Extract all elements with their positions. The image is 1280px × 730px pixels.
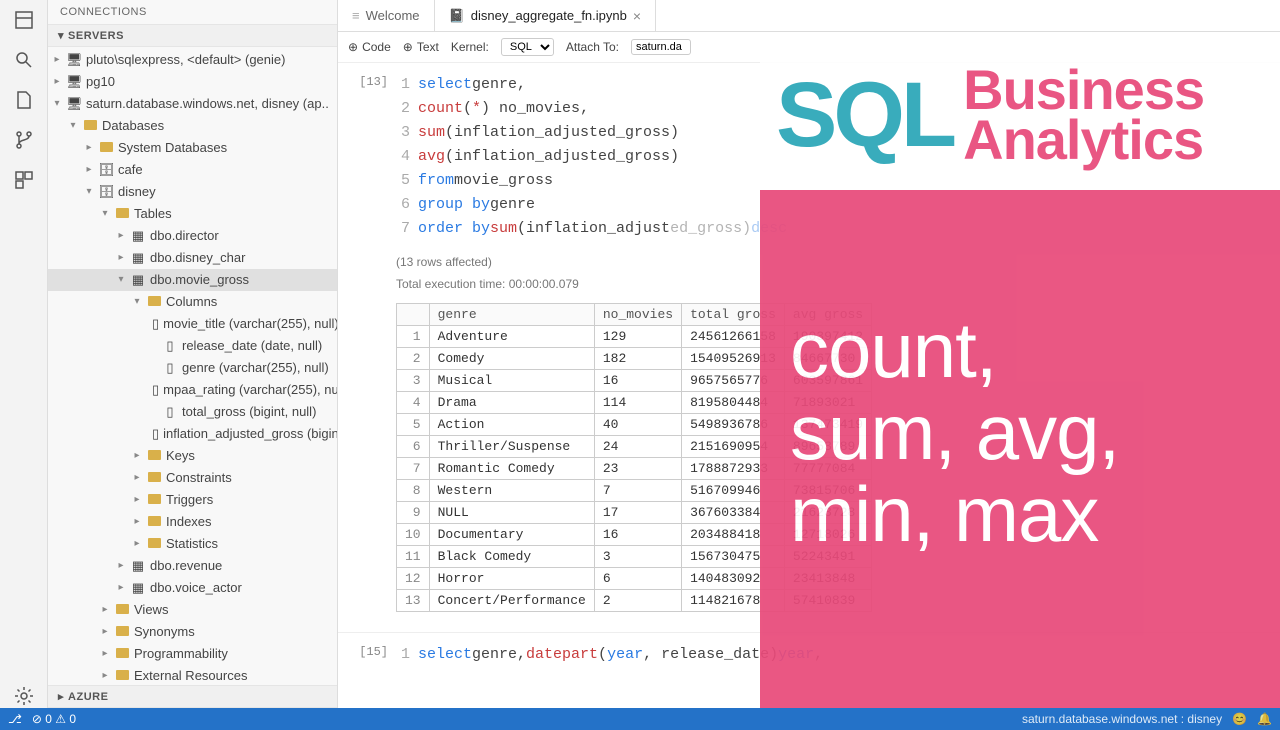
table-row[interactable]: 11Black Comedy315673047552243491 — [397, 546, 872, 568]
connections-sidebar: CONNECTIONS ▾SERVERS ▸🖥pluto\sqlexpress,… — [48, 0, 338, 708]
tree-item[interactable]: ▾Columns — [48, 291, 337, 313]
tree-item[interactable]: ▯release_date (date, null) — [48, 335, 337, 357]
tree-item[interactable]: ▯movie_title (varchar(255), null) — [48, 313, 337, 335]
tree-item[interactable]: ▯mpaa_rating (varchar(255), null) — [48, 379, 337, 401]
status-bar: ⎇ ⊘ 0 ⚠ 0 saturn.database.windows.net : … — [0, 708, 1280, 730]
table-row[interactable]: 7Romantic Comedy23178887293377777084 — [397, 458, 872, 480]
tree-item[interactable]: ▸External Resources — [48, 665, 337, 685]
sidebar-title: CONNECTIONS — [48, 0, 337, 24]
layout-icon[interactable] — [12, 8, 36, 32]
code-body[interactable]: 1select genre, datepart(year, release_da… — [396, 643, 1270, 667]
table-row[interactable]: 12Horror614048309223413848 — [397, 568, 872, 590]
table-row[interactable]: 6Thriller/Suspense24215169095489653789 — [397, 436, 872, 458]
table-row[interactable]: 4Drama114819580448471893021 — [397, 392, 872, 414]
table-row[interactable]: 10Documentary1620348841812718026 — [397, 524, 872, 546]
tree-item[interactable]: ▸▦dbo.director — [48, 225, 337, 247]
table-row[interactable]: 9NULL1736760338421623728 — [397, 502, 872, 524]
file-icon[interactable] — [12, 88, 36, 112]
settings-icon[interactable] — [12, 684, 36, 708]
tree-item[interactable]: ▸Synonyms — [48, 621, 337, 643]
close-icon[interactable]: × — [633, 8, 641, 24]
tree-item[interactable]: ▾Tables — [48, 203, 337, 225]
extensions-icon[interactable] — [12, 168, 36, 192]
activity-bar — [0, 0, 48, 708]
azure-header[interactable]: ▸AZURE — [48, 685, 337, 708]
tree-item[interactable]: ▸🖥pluto\sqlexpress, <default> (genie) — [48, 49, 337, 71]
table-row[interactable]: 1Adventure12924561266158190397412 — [397, 326, 872, 348]
branch-icon[interactable] — [12, 128, 36, 152]
table-row[interactable]: 3Musical169657565776603597861 — [397, 370, 872, 392]
tree-item[interactable]: ▸System Databases — [48, 137, 337, 159]
status-problems[interactable]: ⊘ 0 ⚠ 0 — [32, 712, 76, 726]
servers-header[interactable]: ▾SERVERS — [48, 24, 337, 47]
table-row[interactable]: 2Comedy1821540952691384667730 — [397, 348, 872, 370]
kernel-label: Kernel: — [451, 40, 489, 54]
attach-input[interactable] — [631, 39, 691, 55]
tree-item[interactable]: ▾▦dbo.movie_gross — [48, 269, 337, 291]
tree-item[interactable]: ▯inflation_adjusted_gross (bigin... — [48, 423, 337, 445]
code-body[interactable]: 1select genre,2 count(*) no_movies,3 sum… — [396, 73, 1270, 241]
tree-item[interactable]: ▸Indexes — [48, 511, 337, 533]
tree-item[interactable]: ▸Constraints — [48, 467, 337, 489]
tree-item[interactable]: ▾Databases — [48, 115, 337, 137]
tree-item[interactable]: ▸▦dbo.revenue — [48, 555, 337, 577]
status-connection[interactable]: saturn.database.windows.net : disney — [1022, 712, 1222, 726]
table-row[interactable]: 8Western751670994673815706 — [397, 480, 872, 502]
table-row[interactable]: 13Concert/Performance211482167857410839 — [397, 590, 872, 612]
tree-item[interactable]: ▸Statistics — [48, 533, 337, 555]
editor-tabs: ≡Welcome📓disney_aggregate_fn.ipynb× — [338, 0, 1280, 32]
tree-item[interactable]: ▸🖥pg10 — [48, 71, 337, 93]
tree-item[interactable]: ▸Triggers — [48, 489, 337, 511]
tree-item[interactable]: ▸Views — [48, 599, 337, 621]
tree-item[interactable]: ▾🖥saturn.database.windows.net, disney (a… — [48, 93, 337, 115]
editor-tab[interactable]: ≡Welcome — [338, 0, 435, 31]
notebook-toolbar: ⊕ Code ⊕ Text Kernel: SQL Attach To: — [338, 32, 1280, 63]
search-icon[interactable] — [12, 48, 36, 72]
rows-affected: (13 rows affected) — [338, 251, 1280, 273]
tree-item[interactable]: ▸Keys — [48, 445, 337, 467]
attach-label: Attach To: — [566, 40, 619, 54]
tree-item[interactable]: ▸▦dbo.voice_actor — [48, 577, 337, 599]
add-code-button[interactable]: ⊕ Code — [348, 40, 391, 54]
cell-prompt: [15] — [348, 643, 396, 667]
kernel-select[interactable]: SQL — [501, 38, 554, 56]
exec-time: Total execution time: 00:00:00.079 — [338, 273, 1280, 295]
code-cell[interactable]: [15] 1select genre, datepart(year, relea… — [338, 632, 1280, 677]
tree-item[interactable]: ▾🗄disney — [48, 181, 337, 203]
tree-item[interactable]: ▸Programmability — [48, 643, 337, 665]
table-row[interactable]: 5Action405498936786137473419 — [397, 414, 872, 436]
result-table[interactable]: genreno_moviestotal grossavg gross1Adven… — [396, 303, 872, 612]
code-cell[interactable]: [13] 1select genre,2 count(*) no_movies,… — [338, 73, 1280, 251]
editor-area: ≡Welcome📓disney_aggregate_fn.ipynb× ⊕ Co… — [338, 0, 1280, 708]
cell-area: [13] 1select genre,2 count(*) no_movies,… — [338, 63, 1280, 708]
status-branch[interactable]: ⎇ — [8, 712, 22, 726]
tree-item[interactable]: ▸🗄cafe — [48, 159, 337, 181]
tree-item[interactable]: ▯total_gross (bigint, null) — [48, 401, 337, 423]
cell-prompt: [13] — [348, 73, 396, 241]
server-tree: ▸🖥pluto\sqlexpress, <default> (genie)▸🖥p… — [48, 47, 337, 685]
tree-item[interactable]: ▯genre (varchar(255), null) — [48, 357, 337, 379]
add-text-button[interactable]: ⊕ Text — [403, 40, 439, 54]
tree-item[interactable]: ▸▦dbo.disney_char — [48, 247, 337, 269]
bell-icon[interactable]: 🔔 — [1257, 712, 1272, 726]
editor-tab[interactable]: 📓disney_aggregate_fn.ipynb× — [435, 0, 657, 31]
